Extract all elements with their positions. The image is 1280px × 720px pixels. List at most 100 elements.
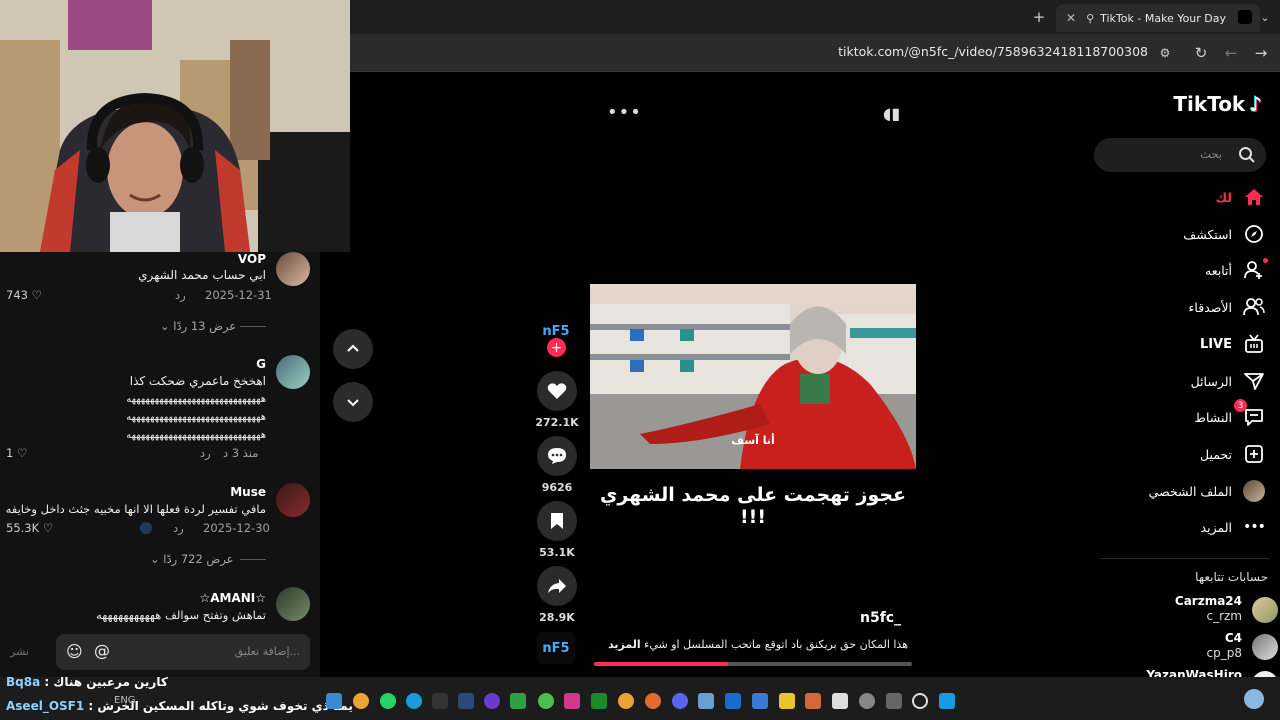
firefox-taskbar-icon[interactable] [645,693,661,709]
search-icon[interactable] [1238,146,1256,164]
reply-button[interactable]: رد [173,521,184,535]
saves-count: 53.1K [539,546,575,559]
heart-outline-icon[interactable]: ♡ [43,521,53,535]
heart-outline-icon[interactable]: ♡ [17,446,27,460]
reply-button[interactable]: رد [175,288,186,302]
outlook-taskbar-icon[interactable] [725,693,741,709]
comment-avatar[interactable] [276,483,310,517]
sidebar-item-more[interactable]: ••• المزيد [1201,512,1266,542]
comment-likes[interactable]: 55.3K ♡ [6,521,53,535]
sidebar-item-label: أتابعه [1205,262,1232,278]
url-field[interactable]: tiktok.com/@n5fc_/video/7589632418118700… [838,44,1148,59]
activity-icon: 3 [1234,399,1266,429]
save-button[interactable] [537,501,577,541]
notification-badge: 3 [1234,399,1247,412]
emoji-icon[interactable]: ☺ [66,642,83,661]
previous-video-button[interactable] [333,329,373,369]
search-input[interactable]: بحث [1094,138,1266,172]
more-options-icon[interactable]: ••• [607,102,642,123]
sound-disc-icon[interactable]: nF5 [537,632,575,664]
comments-count: 9626 [541,481,573,494]
comment-likes[interactable]: 1 ♡ [6,446,27,460]
heart-icon [547,383,567,399]
like-button[interactable] [537,371,577,411]
taskbar-app-icon[interactable] [326,693,342,709]
minecraft-taskbar-icon[interactable] [510,693,526,709]
sidebar-item-following[interactable]: أتابعه [1205,255,1268,285]
file-explorer-taskbar-icon[interactable] [779,693,795,709]
user-notification-icon[interactable] [1244,689,1264,709]
view-replies-button[interactable]: ⌄ عرض 722 ردًا [150,552,234,566]
browser-tab-tiktok[interactable]: ✕ ⚲ TikTok - Make Your Day [1056,4,1260,32]
reply-button[interactable]: رد [200,446,211,460]
followed-account[interactable]: C4 cp_p8 [1102,631,1278,665]
whatsapp-taskbar-icon[interactable] [380,693,396,709]
follow-plus-icon[interactable]: + [547,338,566,357]
new-tab-button[interactable]: + [1030,8,1048,26]
sidebar-item-activity[interactable]: 3 النشاط [1194,399,1266,432]
taskbar-app-icon[interactable] [698,693,714,709]
followed-account[interactable]: YazanWasHiro [1102,668,1278,677]
view-replies-button[interactable]: ⌄ عرض 13 ردًا [160,319,236,333]
followed-account[interactable]: Carzma24 c_rzm [1102,594,1278,628]
taskbar-app-icon[interactable] [564,693,580,709]
video-author[interactable]: n5fc_ [860,610,901,626]
chevron-down-icon[interactable]: ⌄ [1256,8,1274,26]
sidebar-item-label: استكشف [1183,226,1232,242]
sidebar-item-profile[interactable]: الملف الشخصي [1149,476,1266,506]
post-comment-button[interactable]: نشر [10,645,29,658]
comment-author[interactable]: G [256,357,266,371]
discord-taskbar-icon[interactable] [672,693,688,709]
tiktok-logo[interactable]: TikTok ♪ [1173,92,1262,116]
next-video-button[interactable] [333,382,373,422]
share-button[interactable] [537,566,577,606]
taskbar-app-icon[interactable] [832,693,848,709]
taskbar-app-icon[interactable] [859,693,875,709]
search-taskbar-icon[interactable] [912,693,928,709]
sidebar-item-friends[interactable]: الأصدقاء [1189,292,1266,322]
sidebar-item-for-you[interactable]: لك [1216,182,1266,212]
volume-icon[interactable]: ◖▮ [883,104,900,123]
comment-avatar[interactable] [276,252,310,286]
site-settings-icon[interactable]: ⚙ [1156,44,1174,62]
comment-author[interactable]: Muse [230,485,266,499]
language-indicator[interactable]: ENG [114,695,136,706]
comment-text: هههههههههههههههههههههههههههههه [126,430,266,441]
taskbar-app-icon[interactable] [538,693,554,709]
sidebar-item-messages[interactable]: الرسائل [1191,366,1266,396]
comment-button[interactable] [537,436,577,476]
back-icon[interactable]: ← [1222,44,1240,62]
edge-taskbar-icon[interactable] [406,693,422,709]
task-view-icon[interactable] [886,693,902,709]
capcut-taskbar-icon[interactable] [432,693,448,709]
forward-icon[interactable]: → [1252,44,1270,62]
close-tab-icon[interactable]: ✕ [1066,11,1076,25]
windows-start-icon[interactable] [939,693,955,709]
chrome-taskbar-icon[interactable] [353,693,369,709]
obs-taskbar-icon[interactable] [484,693,500,709]
reload-icon[interactable]: ↻ [1192,44,1210,62]
see-more-link[interactable]: المزيد [608,638,641,651]
sidebar-item-upload[interactable]: تحميل [1200,439,1266,469]
copilot-taskbar-icon[interactable] [805,693,821,709]
video-player[interactable]: أنا آسف [590,284,916,469]
chrome-taskbar-icon[interactable] [618,693,634,709]
video-progress-bar[interactable] [594,662,912,666]
account-name: C4 [1224,631,1242,645]
comment-avatar[interactable] [276,587,310,621]
taskbar-app-icon[interactable] [752,693,768,709]
windows-taskbar: Bq8a : كارين مرعبين هناك Aseel_OSF1 : يم… [0,675,1280,720]
comment-input[interactable]: ☺ @ إضافة تعليق... [56,634,310,670]
sidebar-item-explore[interactable]: استكشف [1183,219,1266,249]
tiktok-logo-text: TikTok [1173,92,1246,116]
comment-likes[interactable]: 743 ♡ [6,288,42,302]
sidebar-item-live[interactable]: LIVE [1200,329,1266,359]
steam-taskbar-icon[interactable] [458,693,474,709]
comment-avatar[interactable] [276,355,310,389]
comment-text: مافي تفسير لردة فعلها الا انها مخبيه جثث… [5,502,266,516]
mention-icon[interactable]: @ [94,641,110,660]
comment-author[interactable]: ☆AMANI☆ [199,591,266,605]
heart-outline-icon[interactable]: ♡ [32,288,42,302]
xbox-taskbar-icon[interactable] [591,693,607,709]
comment-author[interactable]: VOP [238,252,266,266]
